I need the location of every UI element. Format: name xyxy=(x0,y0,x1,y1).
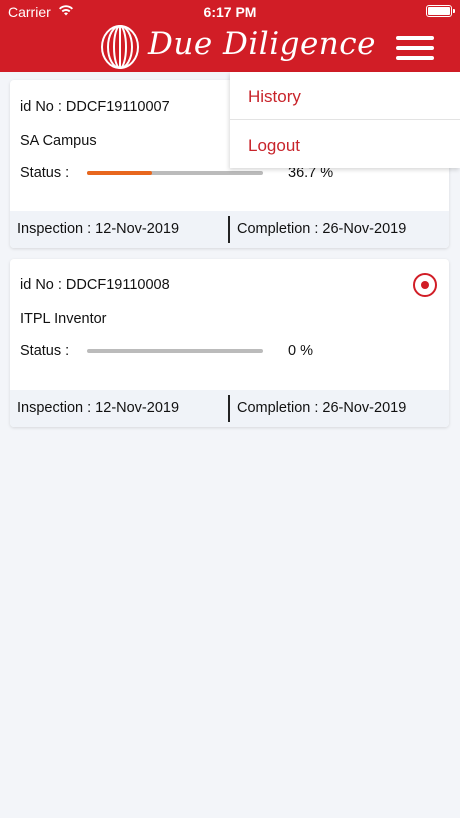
completion-date: Completion : 26-Nov-2019 xyxy=(237,400,407,416)
dropdown-menu: History Logout xyxy=(230,72,460,168)
progress-fill xyxy=(87,171,152,175)
progress-bar xyxy=(87,349,263,353)
app-header: Carrier 6:17 PM Due Diligence xyxy=(0,0,460,72)
inspection-card[interactable]: id No : DDCF19110008 ITPL Inventor Statu… xyxy=(10,259,449,427)
card-id: id No : DDCF19110007 xyxy=(20,99,170,115)
footer-divider xyxy=(228,395,230,422)
selected-radio-icon[interactable] xyxy=(413,273,437,297)
completion-date: Completion : 26-Nov-2019 xyxy=(237,221,407,237)
progress-bar xyxy=(87,171,263,175)
card-footer: Inspection : 12-Nov-2019 Completion : 26… xyxy=(10,390,449,427)
inspection-date: Inspection : 12-Nov-2019 xyxy=(17,221,180,237)
card-footer: Inspection : 12-Nov-2019 Completion : 26… xyxy=(10,211,449,248)
hamburger-menu-icon[interactable] xyxy=(396,36,434,60)
inspection-date: Inspection : 12-Nov-2019 xyxy=(17,400,180,416)
jll-logo-icon xyxy=(101,25,139,69)
status-bar: Carrier 6:17 PM xyxy=(0,0,460,24)
menu-item-logout[interactable]: Logout xyxy=(248,136,300,156)
card-site-name: ITPL Inventor xyxy=(20,311,107,327)
app-title: Due Diligence xyxy=(148,26,376,62)
menu-item-history[interactable]: History xyxy=(248,87,301,107)
menu-divider xyxy=(230,119,460,120)
card-id: id No : DDCF19110008 xyxy=(20,277,170,293)
status-label: Status : xyxy=(20,343,70,359)
battery-icon xyxy=(426,5,455,17)
footer-divider xyxy=(228,216,230,243)
status-label: Status : xyxy=(20,165,70,181)
progress-percent: 0 % xyxy=(288,343,313,359)
card-site-name: SA Campus xyxy=(20,133,97,149)
clock: 6:17 PM xyxy=(203,4,257,20)
